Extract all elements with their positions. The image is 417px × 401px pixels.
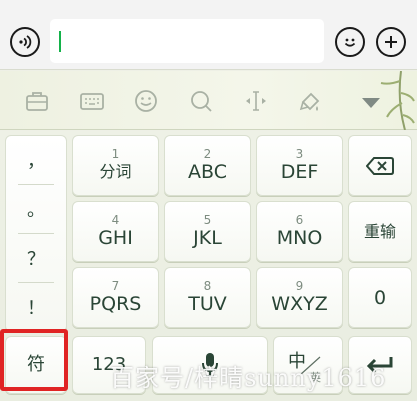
rewrite-label: 重输 [363, 221, 396, 241]
cursor-icon[interactable] [243, 88, 269, 114]
key-8[interactable]: 8 TUV [164, 267, 251, 328]
punct-exclaim-key[interactable]: ！ [6, 283, 66, 331]
key-6[interactable]: 6 MNO [256, 201, 343, 262]
key-3[interactable]: 3 DEF [256, 135, 343, 196]
key-4-label: GHI [98, 227, 133, 249]
key-0[interactable]: 0 [348, 267, 412, 328]
key-1-label: 分词 [99, 162, 132, 181]
message-input-bar [0, 0, 417, 70]
key-4[interactable]: 4 GHI [72, 201, 159, 262]
symbol-label: 符 [27, 354, 45, 375]
punct-question-key[interactable]: ？ [6, 234, 66, 282]
punct-comma-key[interactable]: ， [6, 136, 66, 184]
plus-icon[interactable] [376, 27, 406, 57]
backspace-icon [366, 156, 394, 175]
watermark-text: 百家号/梓晴sunny1616 [110, 364, 387, 392]
key-9-number: 9 [295, 279, 304, 293]
key-7-number: 7 [111, 279, 120, 293]
key-7[interactable]: 7 PQRS [72, 267, 159, 328]
keyboard-icon[interactable] [79, 88, 105, 114]
briefcase-icon[interactable] [24, 88, 50, 114]
punctuation-column: ， 。 ？ ！ [5, 135, 67, 332]
key-9-label: WXYZ [271, 293, 328, 315]
paint-icon[interactable] [297, 88, 323, 114]
key-3-label: DEF [280, 161, 319, 183]
text-caret [59, 31, 61, 52]
key-2[interactable]: 2 ABC [164, 135, 251, 196]
voice-icon[interactable] [10, 27, 40, 57]
key-2-label: ABC [188, 161, 227, 183]
key-1-number: 1 [111, 147, 120, 161]
key-6-number: 6 [295, 213, 304, 227]
key-5[interactable]: 5 JKL [164, 201, 251, 262]
key-2-number: 2 [203, 147, 212, 161]
punct-question-label: ？ [27, 249, 45, 270]
punct-period-key[interactable]: 。 [6, 185, 66, 233]
symbol-key[interactable]: 符 [5, 336, 67, 394]
smiley-icon[interactable] [133, 88, 159, 114]
search-icon[interactable] [188, 88, 214, 114]
bamboo-decoration [380, 71, 415, 130]
key-6-label: MNO [276, 227, 323, 249]
key-8-label: TUV [188, 293, 227, 315]
key-5-number: 5 [203, 213, 212, 227]
key-1[interactable]: 1 分词 [72, 135, 159, 196]
punct-period-label: 。 [27, 200, 45, 221]
message-input[interactable] [50, 19, 324, 63]
backspace-key[interactable] [348, 135, 412, 196]
key-9[interactable]: 9 WXYZ [256, 267, 343, 328]
key-0-label: 0 [373, 286, 387, 309]
key-4-number: 4 [111, 213, 120, 227]
key-5-label: JKL [193, 227, 222, 249]
key-7-label: PQRS [89, 293, 142, 315]
key-3-number: 3 [295, 147, 304, 161]
punct-exclaim-label: ！ [27, 298, 45, 319]
key-8-number: 8 [203, 279, 212, 293]
punct-comma-label: ， [27, 151, 45, 172]
emoji-icon[interactable] [335, 27, 365, 57]
rewrite-key[interactable]: 重输 [348, 201, 412, 262]
keyboard-toolbar [0, 71, 417, 130]
